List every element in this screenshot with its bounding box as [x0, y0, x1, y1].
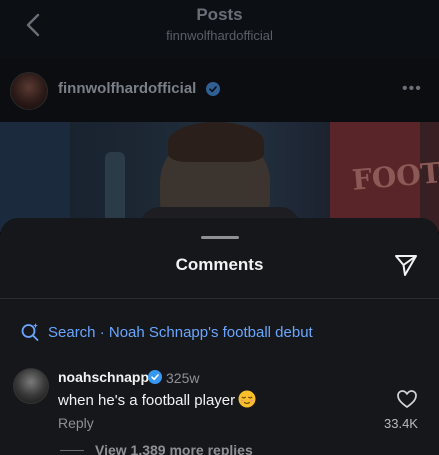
comment-search-suggestion[interactable]: Search · Noah Schnapp's football debut: [20, 321, 313, 343]
verified-badge-icon: [206, 82, 220, 96]
sheet-grab-handle[interactable]: [201, 236, 239, 239]
view-more-replies-button[interactable]: View 1,389 more replies: [95, 442, 253, 455]
more-options-icon[interactable]: •••: [402, 80, 422, 98]
post-image-text: FOOT: [350, 156, 439, 197]
reply-button[interactable]: Reply: [58, 415, 94, 431]
comment-author-avatar[interactable]: [13, 368, 49, 404]
comment-text: when he's a football player: [58, 390, 256, 409]
post-author-avatar[interactable]: [10, 72, 48, 110]
post-author-username[interactable]: finnwolfhardofficial: [58, 80, 196, 97]
comment-age: 325w: [166, 370, 200, 386]
page-title: Posts: [196, 5, 243, 24]
sheet-divider: [0, 298, 439, 299]
like-count: 33.4K: [384, 416, 418, 431]
heart-icon[interactable]: [396, 389, 418, 409]
post-header: finnwolfhardofficial •••: [0, 58, 439, 122]
search-suggestion-label: Search · Noah Schnapp's football debut: [48, 323, 313, 341]
verified-badge-icon: [148, 370, 162, 384]
replies-divider-line: [60, 450, 84, 451]
top-bar: Posts finnwolfhardofficial: [0, 0, 439, 58]
comment-text-content: when he's a football player: [58, 392, 236, 409]
page-subtitle: finnwolfhardofficial: [166, 28, 273, 43]
comments-sheet: Comments Search · Noah Schnapp's footbal…: [0, 218, 439, 455]
comments-title: Comments: [175, 255, 264, 274]
post-image: FOOT: [0, 122, 439, 232]
sparkle-search-icon: [21, 323, 39, 341]
send-icon[interactable]: [393, 252, 419, 278]
comment-author-username[interactable]: noahschnapp: [58, 369, 149, 385]
relieved-face-emoji-icon: [238, 390, 256, 408]
